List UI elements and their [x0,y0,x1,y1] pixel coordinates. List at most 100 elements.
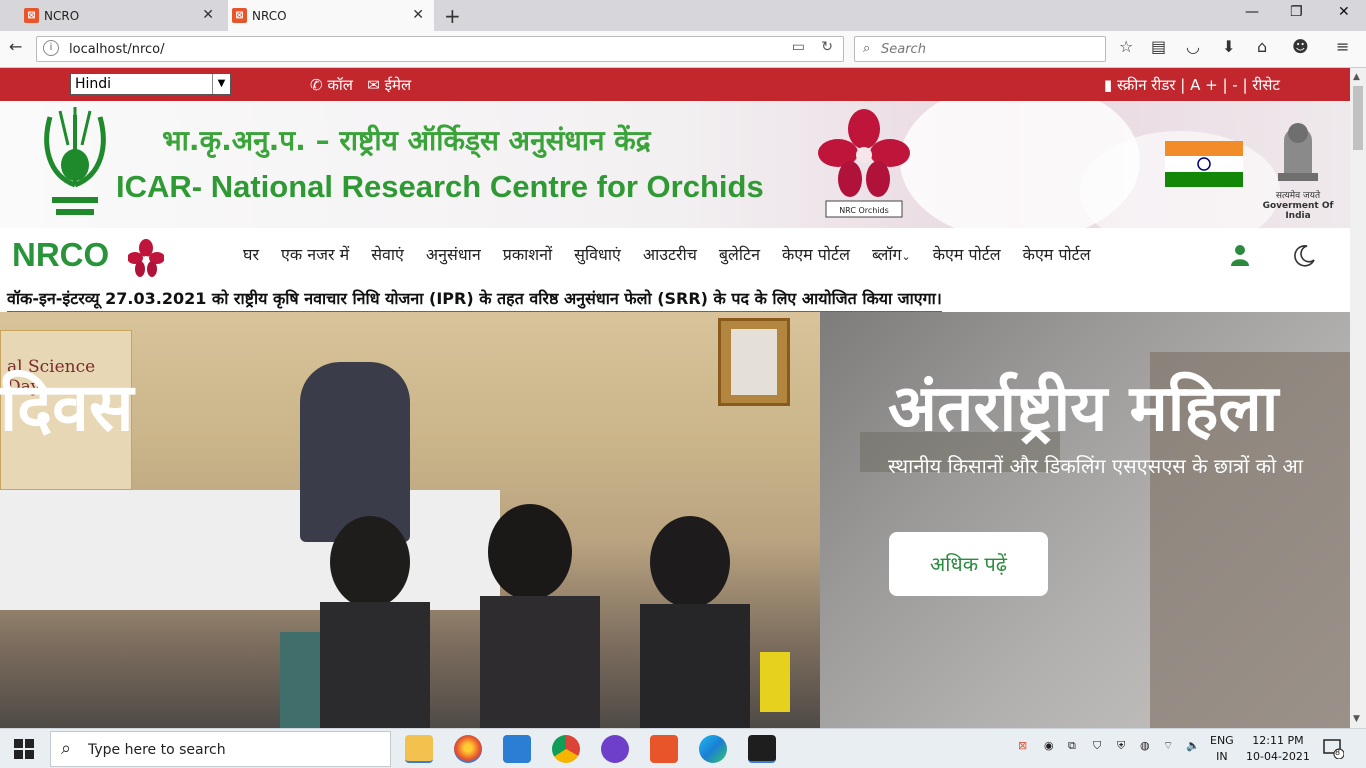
edge-icon[interactable] [699,735,727,763]
vscode-icon[interactable] [503,735,531,763]
scrollbar-thumb[interactable] [1353,86,1363,150]
page-scrollbar[interactable]: ▲ ▼ [1350,68,1366,728]
read-more-button[interactable]: अधिक पढ़ें [889,532,1048,596]
hero-right-heading: अंतर्राष्ट्रीय महिला [888,372,1279,446]
close-tab-icon[interactable]: ✕ [412,7,424,23]
hero-slider: al Science Day दिवस अंतर्राष्ट्रीय महिला… [0,312,1350,728]
notification-center-icon[interactable]: 8 [1322,737,1345,760]
lang-top: ENG [1210,734,1234,747]
nav-item-services[interactable]: सेवाएं [371,243,404,265]
envelope-icon: ✉ [367,76,380,94]
chevron-down-icon: ⌄ [901,250,911,263]
chrome-icon[interactable] [552,735,580,763]
brand-logo-text[interactable]: NRCO [12,236,109,274]
home-icon[interactable]: ⌂ [1257,37,1267,56]
browser-toolbar: ← i localhost/nrco/ ▭ ↻ ⌕ Search ☆ ▤ ◡ ⬇… [0,31,1366,68]
bookmark-star-icon[interactable]: ☆ [1119,37,1133,56]
wifi-tray-icon[interactable]: ⌔ [1163,739,1173,753]
nav-item-publications[interactable]: प्रकाशनों [503,243,552,265]
browser-tab-ncro[interactable]: ⊠ NCRO ✕ [20,0,224,31]
emblem-caption-hindi: सत्यमेव जयते [1275,191,1321,201]
emoji-icon[interactable]: ☻ [1292,37,1309,56]
students-audience-image [280,504,790,728]
language-select[interactable]: Hindi ▼ [70,73,231,95]
volume-tray-icon[interactable]: 🔈 [1186,739,1200,752]
maximize-icon[interactable]: ❐ [1290,4,1303,20]
reload-icon[interactable]: ↻ [821,39,833,55]
clock-date: 10-04-2021 [1246,750,1310,763]
browser-tab-nrco[interactable]: ⊠ NRCO ✕ [228,0,434,31]
close-tab-icon[interactable]: ✕ [202,7,214,23]
hamburger-menu-icon[interactable]: ≡ [1336,37,1349,56]
terminal-icon[interactable] [748,735,776,763]
back-icon[interactable]: ← [9,37,22,56]
nav-item-km-portal-2[interactable]: केएम पोर्टल [933,243,1001,265]
dark-mode-moon-icon[interactable] [1292,244,1316,268]
notification-count: 8 [1335,748,1341,757]
screen-reader-link[interactable]: स्क्रीन रीडर [1117,76,1176,94]
search-icon: ⌕ [863,41,871,56]
github-desktop-icon[interactable] [601,735,629,763]
clock-time: 12:11 PM [1252,734,1304,747]
system-clock[interactable]: 12:11 PM 10-04-2021 [1246,733,1310,765]
search-placeholder: Search [881,42,926,57]
nrc-orchids-logo-icon: NRC Orchids [818,109,910,218]
pocket-icon[interactable]: ◡ [1186,37,1200,56]
portrait-frame-image [718,318,790,406]
taskbar-search-input[interactable]: ⌕ Type here to search [50,731,391,767]
nav-item-blog-label: ब्लॉग [871,245,902,264]
hero-right-subtitle: स्थानीय किसानों और डिकलिंग एसएसएस के छात… [888,454,1303,478]
new-tab-icon[interactable]: + [444,4,461,28]
defender-tray-icon[interactable]: ⛨ [1117,739,1125,753]
orchid-brand-icon [128,239,164,277]
email-link[interactable]: ईमेल [385,76,412,94]
national-emblem: सत्यमेव जयते Goverment Of India [1256,111,1340,221]
lang-bottom: IN [1216,750,1228,763]
nav-item-at-a-glance[interactable]: एक नजर में [281,243,349,265]
indian-flag-icon [1165,141,1243,187]
xampp-tray-icon[interactable]: ⊠ [1018,739,1027,752]
nav-item-facilities[interactable]: सुविधाएं [574,243,621,265]
icar-logo-icon [44,107,106,215]
chrome-tray-icon[interactable]: ◉ [1044,739,1054,752]
nav-item-home[interactable]: घर [243,243,259,265]
url-text: localhost/nrco/ [69,42,165,57]
book-icon: ▮ [1103,76,1113,94]
ticker-text[interactable]: वॉक-इन-इंटरव्यू 27.03.2021 को राष्ट्रीय … [7,287,942,313]
site-info-icon[interactable]: i [43,40,59,56]
taskbar-search-placeholder: Type here to search [88,742,226,758]
nav-item-km-portal-3[interactable]: केएम पोर्टल [1023,243,1091,265]
windows-start-icon[interactable] [14,739,34,759]
browser-tab-bar: ⊠ NCRO ✕ ⊠ NRCO ✕ + — ❐ ✕ [0,0,1366,31]
emblem-caption: Goverment Of India [1262,201,1334,221]
nav-item-bulletin[interactable]: बुलेटिन [719,243,760,265]
reader-view-icon[interactable]: ▭ [792,39,805,55]
orchid-logo-caption: NRC Orchids [839,206,889,215]
security-tray-icon[interactable]: ⛉ [1093,739,1101,753]
firefox-icon[interactable] [454,735,482,763]
globe-tray-icon[interactable]: ◍ [1140,739,1150,752]
nav-item-outreach[interactable]: आउटरीच [643,243,697,265]
nav-item-research[interactable]: अनुसंधान [426,243,481,265]
file-explorer-icon[interactable] [405,735,433,763]
nav-item-blog[interactable]: ब्लॉग⌄ [872,243,911,265]
accessibility-tools: ▮ स्क्रीन रीडर | A + | - | रीसेट [1104,75,1280,95]
library-icon[interactable]: ▤ [1151,37,1166,56]
address-bar[interactable]: i localhost/nrco/ ▭ ↻ [36,36,844,62]
scroll-down-icon[interactable]: ▼ [1353,714,1360,724]
network-drive-tray-icon[interactable]: ⧉ [1068,739,1076,753]
download-icon[interactable]: ⬇ [1222,37,1235,56]
search-input[interactable]: ⌕ Search [854,36,1106,62]
input-language-indicator[interactable]: ENG IN [1210,733,1234,765]
user-icon[interactable] [1230,244,1250,266]
notification-icon [1323,739,1345,760]
call-link[interactable]: कॉल [327,76,353,94]
scroll-up-icon[interactable]: ▲ [1353,72,1360,82]
phone-icon: ✆ [310,76,323,94]
close-window-icon[interactable]: ✕ [1338,4,1350,20]
minimize-icon[interactable]: — [1245,4,1259,20]
xampp-icon[interactable] [650,735,678,763]
nav-item-km-portal[interactable]: केएम पोर्टल [782,243,850,265]
font-size-controls[interactable]: | A + | - | रीसेट [1180,76,1280,94]
ashoka-emblem-icon [1278,123,1318,181]
